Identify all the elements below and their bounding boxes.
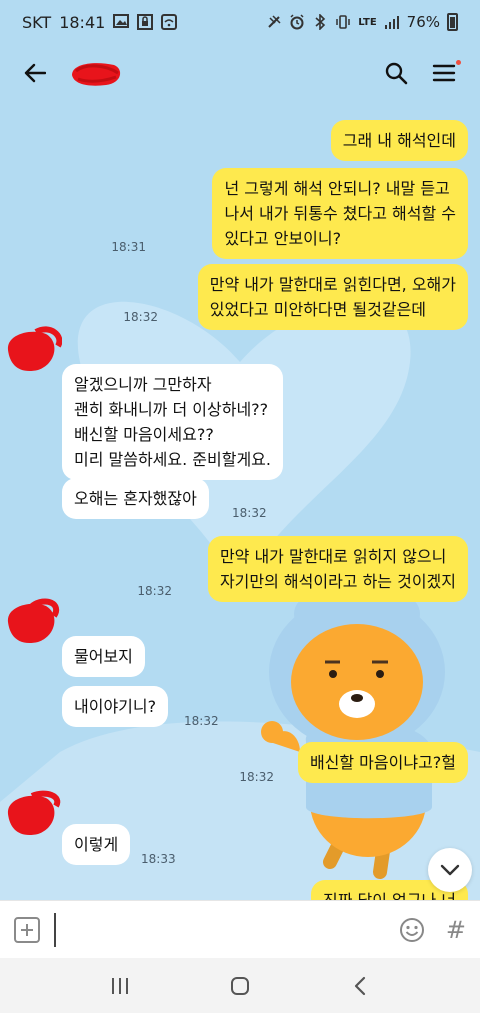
wifi-notification-icon	[161, 14, 178, 30]
notification-dot	[456, 60, 461, 65]
message-time: 18:31	[111, 240, 146, 254]
message-bubble-mine[interactable]: 만약 내가 말한대로 읽힌다면, 오해가 있었다고 미안하다면 될것같은데	[197, 264, 468, 330]
vibrate-icon	[335, 14, 351, 30]
battery-icon	[447, 13, 458, 31]
search-icon[interactable]	[378, 55, 414, 91]
message-bubble-mine[interactable]: 그래 내 해석인데	[330, 120, 468, 161]
battery-percent: 76%	[406, 13, 440, 31]
network-type-label: LTE	[358, 16, 377, 28]
message-time: 18:32	[123, 310, 158, 324]
chevron-down-icon	[440, 864, 460, 876]
avatar-redacted[interactable]	[2, 596, 62, 648]
message-bubble-mine[interactable]: 배신할 마음이냐고?헐	[297, 742, 468, 783]
emoji-icon[interactable]	[398, 916, 426, 944]
chat-area[interactable]: 그래 내 해석인데 넌 그렇게 해석 안되니? 내말 듣고 나서 내가 뒤통수 …	[0, 102, 480, 900]
message-time: 18:33	[141, 852, 176, 866]
chat-header	[0, 44, 480, 102]
message-time: 18:32	[232, 506, 267, 520]
redacted-chat-title	[72, 63, 121, 86]
message-input-bar: #	[0, 900, 480, 958]
message-bubble-mine[interactable]: 만약 내가 말한대로 읽히지 않으니 자기만의 해석이라고 하는 것이겠지	[207, 536, 468, 602]
menu-icon[interactable]	[426, 55, 462, 91]
scroll-to-bottom-button[interactable]	[428, 848, 472, 892]
mute-icon	[266, 14, 282, 30]
message-time: 18:32	[184, 714, 219, 728]
message-bubble-theirs[interactable]: 이렇게	[62, 824, 131, 865]
status-bar: SKT 18:41 LTE 76%	[0, 0, 480, 44]
signal-icon	[384, 14, 400, 30]
system-navigation-bar	[0, 958, 480, 1013]
hashtag-search-icon[interactable]: #	[446, 916, 466, 944]
avatar-redacted[interactable]	[2, 788, 62, 840]
avatar-redacted[interactable]	[2, 324, 62, 376]
message-input[interactable]	[54, 912, 388, 947]
message-bubble-mine[interactable]: 넌 그렇게 해석 안되니? 내말 듣고 나서 내가 뒤통수 쳤다고 해석할 수 …	[212, 168, 468, 259]
message-bubble-theirs[interactable]: 알겠으니까 그만하자 괜히 화내니까 더 이상하네?? 배신할 마음이세요?? …	[62, 364, 283, 480]
attach-plus-button[interactable]	[14, 916, 40, 943]
message-time: 18:32	[239, 770, 274, 784]
lock-notification-icon	[137, 14, 154, 30]
bluetooth-icon	[312, 13, 328, 31]
clock: 18:41	[59, 12, 106, 32]
message-bubble-theirs[interactable]: 내이야기니?	[62, 686, 169, 727]
message-time: 18:32	[137, 584, 172, 598]
message-bubble-theirs[interactable]: 오해는 혼자했잖아	[62, 478, 209, 519]
gallery-icon	[113, 14, 130, 30]
back-nav-icon[interactable]	[335, 966, 385, 1006]
recent-apps-icon[interactable]	[95, 966, 145, 1006]
message-bubble-theirs[interactable]: 물어보지	[62, 636, 145, 677]
home-icon[interactable]	[215, 966, 265, 1006]
back-arrow-icon[interactable]	[18, 56, 52, 90]
carrier-label: SKT	[22, 12, 52, 32]
alarm-icon	[289, 14, 305, 30]
